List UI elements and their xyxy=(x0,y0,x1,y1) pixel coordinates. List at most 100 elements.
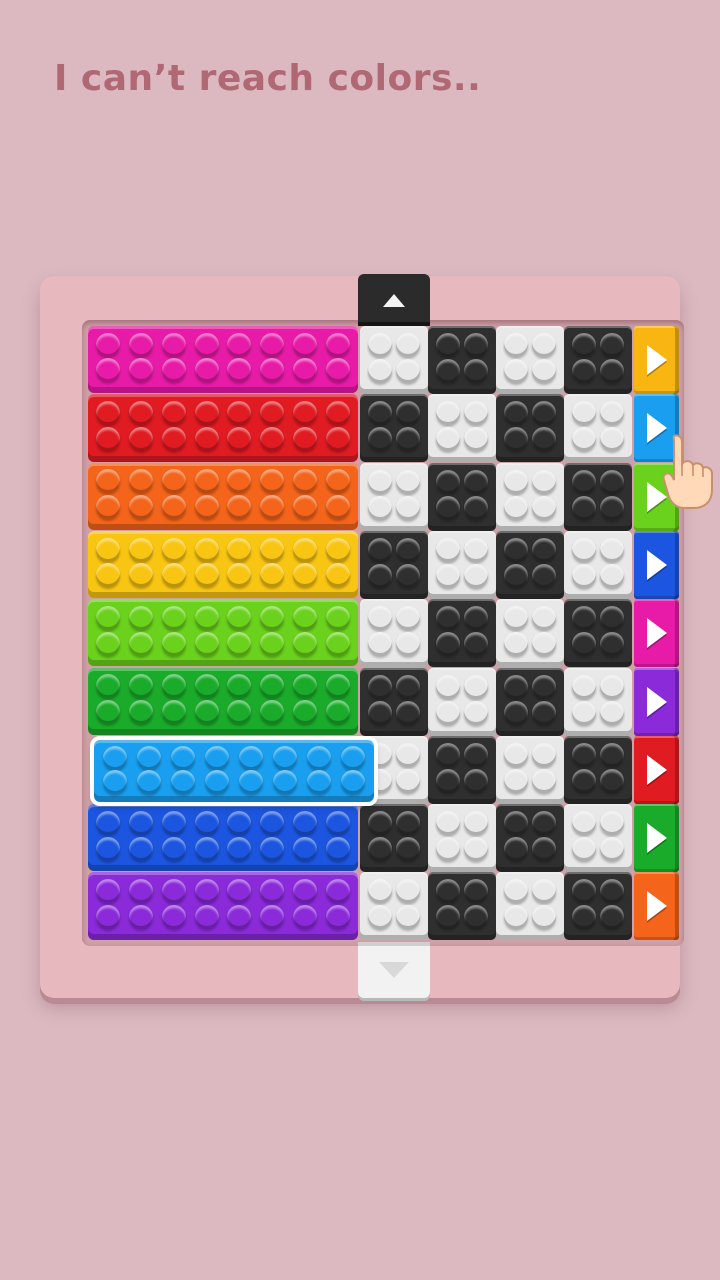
brick-stud xyxy=(129,810,154,835)
brick-stud xyxy=(572,879,596,904)
black-block xyxy=(360,394,428,463)
brick-stud xyxy=(572,742,596,767)
top-slider-cap[interactable] xyxy=(358,274,430,326)
brick-stud xyxy=(532,333,556,357)
brick-stud xyxy=(572,837,596,862)
brick-stud xyxy=(171,769,195,794)
brick-stud xyxy=(572,495,596,520)
black-block xyxy=(428,872,496,941)
brick-stud xyxy=(600,495,624,520)
brick-stud xyxy=(96,426,121,451)
brick-stud xyxy=(96,810,121,835)
bottom-slider-cap[interactable] xyxy=(358,942,430,998)
brick-magenta[interactable] xyxy=(88,326,358,394)
brick-stud xyxy=(368,632,392,657)
brick-stud xyxy=(436,606,460,631)
brick-stud xyxy=(396,879,420,904)
white-block xyxy=(360,872,428,941)
brick-stud xyxy=(96,904,121,929)
brick-stud xyxy=(273,745,297,770)
brick-stud xyxy=(436,469,460,494)
brick-stud xyxy=(464,427,488,452)
brick-stud xyxy=(194,879,219,904)
brick-stud xyxy=(436,742,460,767)
exit-tab-green[interactable] xyxy=(634,804,679,873)
brick-stud xyxy=(260,537,285,562)
brick-blue[interactable] xyxy=(88,804,358,872)
black-block xyxy=(564,735,632,804)
play-arrow-icon xyxy=(646,686,667,717)
brick-stud xyxy=(600,768,624,793)
brick-stud xyxy=(532,632,556,657)
tap-hand-icon xyxy=(662,434,713,509)
brick-stud xyxy=(292,401,317,426)
brick-stud xyxy=(161,836,186,861)
brick-stud xyxy=(504,742,528,767)
exit-tab-magenta[interactable] xyxy=(634,599,679,668)
black-block xyxy=(496,394,564,463)
brick-stud xyxy=(292,606,317,630)
brick-stud xyxy=(436,700,460,725)
brick-stud xyxy=(194,358,219,383)
exit-tab-orange[interactable] xyxy=(634,872,679,941)
brick-stud xyxy=(260,495,285,520)
brick-stud xyxy=(396,742,420,767)
brick-stud xyxy=(504,905,528,930)
brick-stud xyxy=(96,495,121,520)
brick-stud xyxy=(436,401,460,426)
brick-stud xyxy=(161,631,186,656)
brick-stud xyxy=(129,401,154,426)
brick-stud xyxy=(96,401,121,426)
exit-tab-blue[interactable] xyxy=(634,530,679,599)
brick-stud xyxy=(96,537,121,562)
brick-stud xyxy=(205,769,229,794)
brick-stud xyxy=(396,606,420,631)
white-block xyxy=(428,530,496,599)
brick-stud xyxy=(464,359,488,383)
brick-stud xyxy=(325,469,350,494)
brick-stud xyxy=(103,769,127,794)
brick-stud xyxy=(292,879,317,904)
brick-green[interactable] xyxy=(88,667,358,735)
brick-stud xyxy=(129,469,154,494)
brick-stud xyxy=(292,699,317,724)
brick-stud xyxy=(325,904,350,929)
brick-stud xyxy=(504,674,528,699)
brick-purple[interactable] xyxy=(88,872,358,940)
brick-stud xyxy=(227,563,252,588)
brick-stud xyxy=(436,768,460,793)
black-block xyxy=(360,530,428,599)
exit-tab-yellow[interactable] xyxy=(634,326,679,394)
brick-stud xyxy=(464,495,488,520)
brick-stud xyxy=(227,358,252,383)
brick-stud xyxy=(227,495,252,520)
exit-tab-red[interactable] xyxy=(634,735,679,804)
brick-stud xyxy=(368,333,392,357)
brick-stud xyxy=(464,674,488,699)
brick-yellow[interactable] xyxy=(88,530,358,599)
black-block xyxy=(428,599,496,668)
brick-stud xyxy=(396,563,420,588)
brick-stud xyxy=(194,426,219,451)
brick-stud xyxy=(325,426,350,451)
brick-stud xyxy=(273,769,297,794)
brick-red[interactable] xyxy=(88,394,358,462)
brick-stud xyxy=(96,332,121,357)
exit-tab-purple[interactable] xyxy=(634,667,679,736)
brick-orange[interactable] xyxy=(88,462,358,530)
brick-stud xyxy=(368,495,392,520)
brick-stud xyxy=(464,401,488,426)
brick-stud xyxy=(96,563,121,588)
brick-lime[interactable] xyxy=(88,599,358,667)
brick-light-blue[interactable] xyxy=(90,735,378,807)
brick-stud xyxy=(239,745,263,770)
brick-stud xyxy=(129,674,154,699)
brick-stud xyxy=(532,359,556,383)
brick-stud xyxy=(260,810,285,835)
brick-stud xyxy=(325,606,350,630)
brick-stud xyxy=(396,768,420,793)
brick-stud xyxy=(194,332,219,357)
brick-stud xyxy=(227,810,252,835)
brick-stud xyxy=(129,426,154,451)
white-block xyxy=(360,599,428,668)
